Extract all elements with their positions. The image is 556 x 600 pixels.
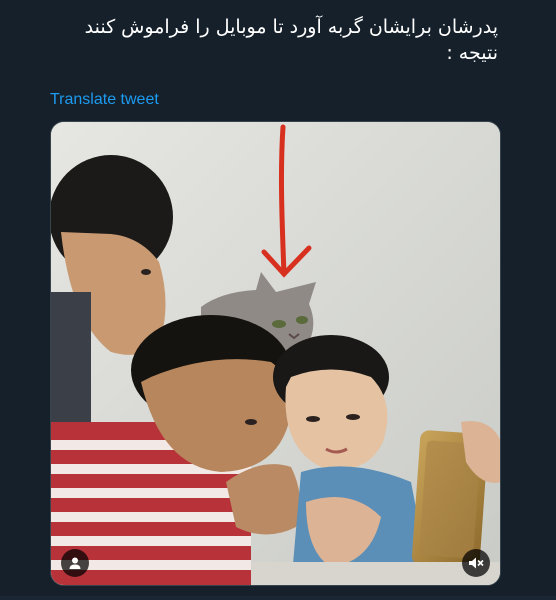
tweet-text-line-2: نتیجه : — [446, 42, 498, 64]
translate-tweet-link[interactable]: Translate tweet — [50, 91, 159, 109]
tweet-text-line-1: پدرشان برایشان گربه آورد تا موبایل را فر… — [84, 16, 498, 38]
photo-illustration — [51, 122, 500, 585]
tagged-users-button[interactable] — [61, 549, 89, 577]
speaker-muted-icon — [469, 557, 484, 569]
mute-toggle-button[interactable] — [462, 549, 490, 577]
bottom-divider — [0, 596, 556, 600]
tweet-text: پدرشان برایشان گربه آورد تا موبایل را فر… — [28, 14, 498, 66]
tweet-media-photo[interactable] — [50, 121, 501, 586]
person-icon — [69, 557, 81, 569]
